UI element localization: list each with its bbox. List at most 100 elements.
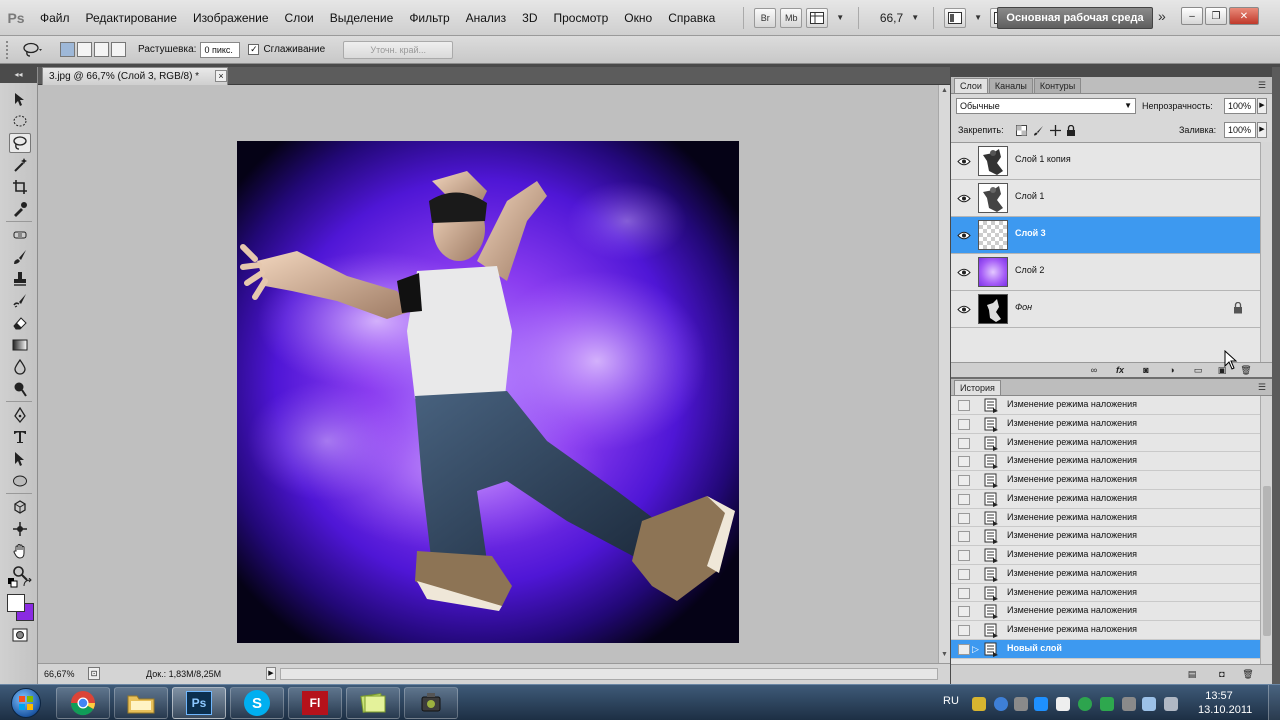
scrollbar-thumb[interactable] [1263,486,1271,636]
layer-thumbnail[interactable] [978,257,1008,287]
zoom-level[interactable]: 66,7 [869,11,903,25]
history-item[interactable]: Изменение режима наложения [951,490,1260,509]
adjustment-layer-icon[interactable]: ◑ [1165,365,1179,376]
options-grip[interactable] [6,40,10,59]
new-document-from-state-icon[interactable]: ▤ [1185,669,1199,680]
add-mask-icon[interactable]: ◙ [1139,365,1153,376]
taskbar-explorer[interactable] [114,687,168,719]
3d-rotate-tool[interactable] [9,497,31,517]
panel-dock-header[interactable] [951,67,1280,77]
quick-mask-button[interactable] [9,625,31,645]
eye-icon[interactable] [954,254,974,290]
eye-icon[interactable] [954,291,974,327]
add-to-selection-button[interactable] [77,42,92,57]
menu-3d[interactable]: 3D [514,0,545,36]
panel-menu-icon[interactable]: ☰ [1258,382,1266,393]
scroll-down-icon[interactable]: ▼ [941,651,948,658]
clone-stamp-tool[interactable] [9,269,31,289]
history-source-checkbox[interactable] [958,568,970,580]
history-source-checkbox[interactable] [958,550,970,561]
history-item[interactable]: Изменение режима наложения [951,396,1260,415]
tab-layers[interactable]: Слои [954,78,988,93]
scroll-up-icon[interactable]: ▲ [941,87,948,94]
path-selection-tool[interactable] [9,449,31,469]
camera-icon[interactable]: ◘ [1215,669,1229,680]
canvas-vertical-scrollbar[interactable]: ▲ ▼ [938,85,950,663]
eye-icon[interactable] [954,180,974,216]
history-item[interactable]: Изменение режима наложения [951,546,1260,565]
trash-icon[interactable]: 🗑 [1241,669,1255,680]
more-workspaces-icon[interactable]: » [1158,8,1166,24]
bridge-button[interactable]: Br [754,7,777,28]
menu-select[interactable]: Выделение [322,0,402,36]
history-source-checkbox[interactable] [958,418,970,430]
taskbar-flash[interactable]: Fl [288,687,342,719]
tray-app-icon[interactable] [1078,697,1092,711]
taskbar-photoshop[interactable]: Ps [172,687,226,719]
workspace-switcher[interactable]: Основная рабочая среда [997,7,1153,29]
opacity-input[interactable]: 100% [1224,98,1256,114]
history-source-checkbox[interactable] [958,456,970,468]
status-zoom[interactable]: 66,67% [42,667,82,681]
antialias-checkbox[interactable]: ✓ [248,44,260,55]
type-tool[interactable] [9,427,31,447]
hand-tool[interactable] [9,541,31,561]
tray-app-icon[interactable] [1100,697,1114,711]
move-tool[interactable] [9,89,31,109]
layer-thumbnail[interactable] [978,183,1008,213]
layer-thumbnail[interactable] [978,146,1008,176]
new-selection-button[interactable] [60,42,75,57]
menu-image[interactable]: Изображение [185,0,277,36]
chevron-down-icon[interactable]: ▼ [836,13,844,22]
history-item[interactable]: Изменение режима наложения [951,621,1260,640]
history-source-checkbox[interactable] [958,606,970,618]
lock-transparency-icon[interactable] [1015,124,1027,136]
tray-app-icon[interactable] [972,697,986,711]
canvas-area[interactable] [38,85,938,663]
artwork-image[interactable] [237,141,739,643]
menu-file[interactable]: Файл [32,0,78,36]
chevron-down-icon[interactable]: ▼ [974,13,982,22]
power-icon[interactable] [1142,697,1156,711]
gradient-tool[interactable] [9,335,31,355]
history-source-checkbox[interactable] [958,625,970,636]
history-source-checkbox[interactable] [958,493,970,505]
lock-all-icon[interactable] [1065,124,1077,136]
tab-channels[interactable]: Каналы [988,78,1033,93]
layer-row[interactable]: Слой 1 копия [951,143,1260,180]
menu-analysis[interactable]: Анализ [458,0,515,36]
brush-tool[interactable] [9,247,31,267]
3d-orbit-tool[interactable] [9,519,31,539]
tool-preset-picker[interactable] [18,40,48,60]
default-colors-icon[interactable] [6,577,20,589]
history-item[interactable]: Изменение режима наложения [951,471,1260,490]
subtract-from-selection-button[interactable] [94,42,109,57]
history-item[interactable]: Изменение режима наложения [951,509,1260,528]
shape-tool[interactable] [9,471,31,491]
show-desktop-button[interactable] [1268,685,1280,720]
new-group-icon[interactable]: ▭ [1191,365,1205,376]
eye-icon[interactable] [954,217,974,253]
taskbar-skype[interactable]: S [230,687,284,719]
history-item[interactable]: Изменение режима наложения [951,527,1260,546]
eraser-tool[interactable] [9,313,31,333]
history-item[interactable]: Изменение режима наложения [951,584,1260,603]
layer-row[interactable]: Слой 1 [951,180,1260,217]
history-item[interactable]: Изменение режима наложения [951,415,1260,434]
menu-view[interactable]: Просмотр [545,0,616,36]
lock-position-icon[interactable] [1049,124,1061,136]
menu-window[interactable]: Окно [616,0,660,36]
view-extras-button[interactable] [806,7,829,28]
history-brush-tool[interactable] [9,291,31,311]
history-source-checkbox[interactable] [958,475,970,486]
volume-icon[interactable] [1164,697,1178,711]
opacity-slider-button[interactable]: ▶ [1257,98,1267,114]
layer-thumbnail[interactable] [978,294,1008,324]
spot-healing-tool[interactable] [9,225,31,245]
foreground-color-swatch[interactable] [7,594,25,612]
panel-menu-icon[interactable]: ☰ [1258,80,1266,91]
eye-icon[interactable] [954,143,974,179]
layer-thumbnail[interactable] [978,220,1008,250]
history-item[interactable]: Изменение режима наложения [951,565,1260,584]
dodge-tool[interactable] [9,379,31,399]
